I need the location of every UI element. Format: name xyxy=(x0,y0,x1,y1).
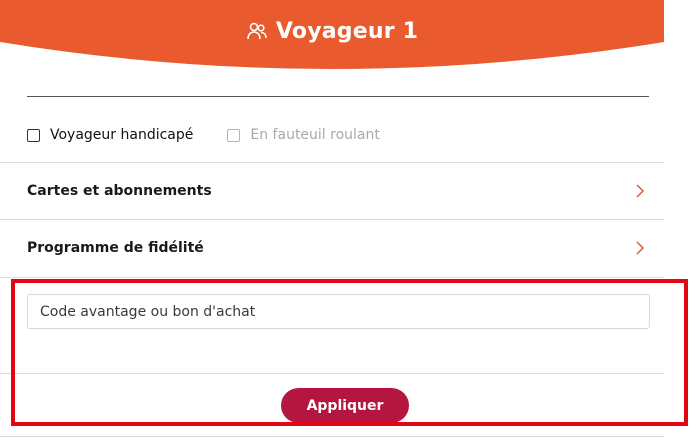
traveler-header: Voyageur 1 xyxy=(0,0,664,74)
divider xyxy=(27,96,649,97)
wheelchair-label: En fauteuil roulant xyxy=(250,127,380,143)
handicap-checkbox[interactable]: Voyageur handicapé xyxy=(27,127,193,143)
separator xyxy=(0,436,664,437)
wheelchair-checkbox[interactable]: En fauteuil roulant xyxy=(227,127,380,143)
promo-code-input[interactable] xyxy=(27,294,650,329)
traveler-panel: Voyageur 1 Voyageur handicapé En fauteui… xyxy=(0,0,664,444)
chevron-right-icon xyxy=(636,241,645,255)
row-label: Programme de fidélité xyxy=(27,240,204,256)
handicap-label: Voyageur handicapé xyxy=(50,127,194,143)
accessibility-options: Voyageur handicapé En fauteuil roulant xyxy=(27,125,414,145)
checkbox-box[interactable] xyxy=(227,128,241,142)
row-loyalty-program[interactable]: Programme de fidélité xyxy=(0,220,664,276)
checkbox-box[interactable] xyxy=(27,128,40,142)
header-title: Voyageur 1 xyxy=(0,0,664,62)
separator xyxy=(0,277,664,278)
row-label: Cartes et abonnements xyxy=(27,183,212,199)
users-icon xyxy=(246,20,268,42)
separator xyxy=(0,373,664,374)
apply-button[interactable]: Appliquer xyxy=(281,388,409,423)
header-title-text: Voyageur 1 xyxy=(275,18,419,44)
row-cards-subscriptions[interactable]: Cartes et abonnements xyxy=(0,163,664,219)
chevron-right-icon xyxy=(636,184,645,198)
page: Voyageur 1 Voyageur handicapé En fauteui… xyxy=(0,0,700,444)
